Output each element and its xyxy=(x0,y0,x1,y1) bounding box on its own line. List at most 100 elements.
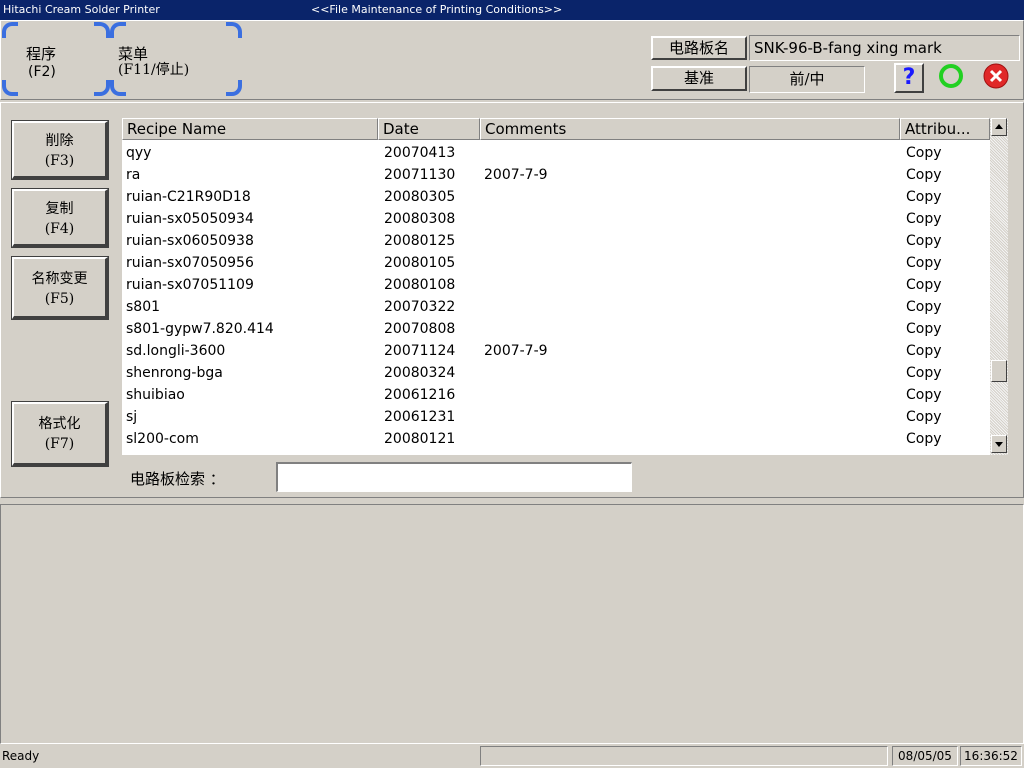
cell-recipe-name: ruian-C21R90D18 xyxy=(126,189,251,205)
cell-date: 20070808 xyxy=(384,321,456,337)
cell-date: 20080108 xyxy=(384,277,456,293)
format-button[interactable]: 格式化 (F7) xyxy=(11,401,109,467)
cell-attribute: Copy xyxy=(906,299,942,315)
table-row[interactable]: qyy 20070413 Copy xyxy=(122,142,988,164)
table-row[interactable]: ra 20071130 2007-7-9 Copy xyxy=(122,164,988,186)
column-header-attribute[interactable]: Attribu... xyxy=(900,118,990,140)
app-title: Hitachi Cream Solder Printer xyxy=(3,3,160,16)
table-row[interactable]: ruian-C21R90D18 20080305 Copy xyxy=(122,186,988,208)
cell-date: 20070322 xyxy=(384,299,456,315)
table-row[interactable]: s801 20070322 Copy xyxy=(122,296,988,318)
column-header-comments[interactable]: Comments xyxy=(480,118,900,140)
cell-attribute: Copy xyxy=(906,233,942,249)
cell-comment: 2007-7-9 xyxy=(484,167,548,183)
title-bar: Hitachi Cream Solder Printer <<File Main… xyxy=(0,0,1024,20)
scroll-up-button[interactable] xyxy=(991,118,1007,136)
help-icon[interactable]: ? xyxy=(894,63,924,93)
table-row[interactable]: ruian-sx06050938 20080125 Copy xyxy=(122,230,988,252)
reference-value: 前/中 xyxy=(749,66,865,93)
format-key: (F7) xyxy=(44,436,75,452)
board-search-input[interactable] xyxy=(276,462,632,492)
board-name-value: SNK-96-B-fang xing mark xyxy=(749,35,1020,61)
copy-label: 复制 xyxy=(45,201,74,217)
ok-circle-icon[interactable] xyxy=(938,63,964,89)
cell-date: 20070413 xyxy=(384,145,456,161)
scroll-thumb[interactable] xyxy=(991,360,1007,382)
cell-date: 20080324 xyxy=(384,365,456,381)
column-header-recipe-name[interactable]: Recipe Name xyxy=(122,118,378,140)
cell-recipe-name: qyy xyxy=(126,145,152,161)
arrow-up-icon xyxy=(995,124,1003,129)
cell-attribute: Copy xyxy=(906,409,942,425)
cell-recipe-name: sj xyxy=(126,409,138,425)
cell-attribute: Copy xyxy=(906,211,942,227)
cell-attribute: Copy xyxy=(906,277,942,293)
copy-key: (F4) xyxy=(44,221,75,237)
delete-label: 削除 xyxy=(45,133,74,149)
cell-attribute: Copy xyxy=(906,145,942,161)
cell-recipe-name: ruian-sx07051109 xyxy=(126,277,254,293)
cell-date: 20080105 xyxy=(384,255,456,271)
reference-label: 基准 xyxy=(651,66,747,91)
rename-label: 名称变更 xyxy=(31,271,88,287)
cell-date: 20071124 xyxy=(384,343,456,359)
delete-key: (F3) xyxy=(44,153,75,169)
cell-recipe-name: sl200-com xyxy=(126,431,199,447)
status-text: Ready xyxy=(2,749,40,763)
cell-recipe-name: shenrong-bga xyxy=(126,365,223,381)
search-label: 电路板检索 ： xyxy=(130,470,225,488)
table-row[interactable]: sj 20061231 Copy xyxy=(122,406,988,428)
table-row[interactable]: shuibiao 20061216 Copy xyxy=(122,384,988,406)
status-bar: Ready 08/05/05 16:36:52 xyxy=(0,744,1024,768)
cell-date: 20080125 xyxy=(384,233,456,249)
copy-button[interactable]: 复制 (F4) xyxy=(11,188,109,248)
table-row[interactable]: ruian-sx07050956 20080105 Copy xyxy=(122,252,988,274)
table-row[interactable]: ruian-sx07051109 20080108 Copy xyxy=(122,274,988,296)
board-name-label: 电路板名 xyxy=(651,36,747,60)
cell-date: 20080305 xyxy=(384,189,456,205)
cell-date: 20080308 xyxy=(384,211,456,227)
cell-recipe-name: sd.longli-3600 xyxy=(126,343,226,359)
cell-date: 20061216 xyxy=(384,387,456,403)
program-label: 程序 xyxy=(26,45,57,63)
column-header-date[interactable]: Date xyxy=(378,118,480,140)
cell-recipe-name: s801 xyxy=(126,299,161,315)
status-time: 16:36:52 xyxy=(960,746,1022,766)
cell-recipe-name: ruian-sx06050938 xyxy=(126,233,254,249)
screen-title: <<File Maintenance of Printing Condition… xyxy=(311,3,563,16)
status-progress-area xyxy=(480,746,888,766)
scroll-down-button[interactable] xyxy=(991,435,1007,453)
cell-date: 20080121 xyxy=(384,431,456,447)
table-row[interactable]: s801-gypw7.820.414 20070808 Copy xyxy=(122,318,988,340)
cell-recipe-name: shuibiao xyxy=(126,387,185,403)
cell-recipe-name: ruian-sx07050956 xyxy=(126,255,254,271)
table-row[interactable]: ruian-sx05050934 20080308 Copy xyxy=(122,208,988,230)
cancel-icon[interactable] xyxy=(983,63,1009,89)
cell-attribute: Copy xyxy=(906,343,942,359)
arrow-down-icon xyxy=(995,442,1003,447)
cell-attribute: Copy xyxy=(906,321,942,337)
cell-date: 20071130 xyxy=(384,167,456,183)
menu-key: (F11/停止) xyxy=(118,62,190,78)
rename-key: (F5) xyxy=(44,291,75,307)
list-scrollbar[interactable] xyxy=(990,118,1008,455)
cell-attribute: Copy xyxy=(906,189,942,205)
program-button[interactable]: 程序 (F2) xyxy=(2,22,110,96)
status-date: 08/05/05 xyxy=(892,746,958,766)
program-key: (F2) xyxy=(28,64,56,80)
cell-attribute: Copy xyxy=(906,365,942,381)
table-row[interactable]: sd.longli-3600 20071124 2007-7-9 Copy xyxy=(122,340,988,362)
menu-button[interactable]: 菜单 (F11/停止) xyxy=(110,22,242,96)
format-label: 格式化 xyxy=(38,416,81,432)
delete-button[interactable]: 削除 (F3) xyxy=(11,120,109,180)
table-row[interactable]: sl200-com 20080121 Copy xyxy=(122,428,988,450)
cell-recipe-name: ra xyxy=(126,167,141,183)
cell-recipe-name: s801-gypw7.820.414 xyxy=(126,321,274,337)
message-area xyxy=(0,504,1024,744)
cell-attribute: Copy xyxy=(906,387,942,403)
recipe-list[interactable]: Recipe Name Date Comments Attribu... qyy… xyxy=(122,118,990,455)
table-row[interactable]: shenrong-bga 20080324 Copy xyxy=(122,362,988,384)
rename-button[interactable]: 名称变更 (F5) xyxy=(11,256,109,320)
cell-date: 20061231 xyxy=(384,409,456,425)
cell-attribute: Copy xyxy=(906,255,942,271)
